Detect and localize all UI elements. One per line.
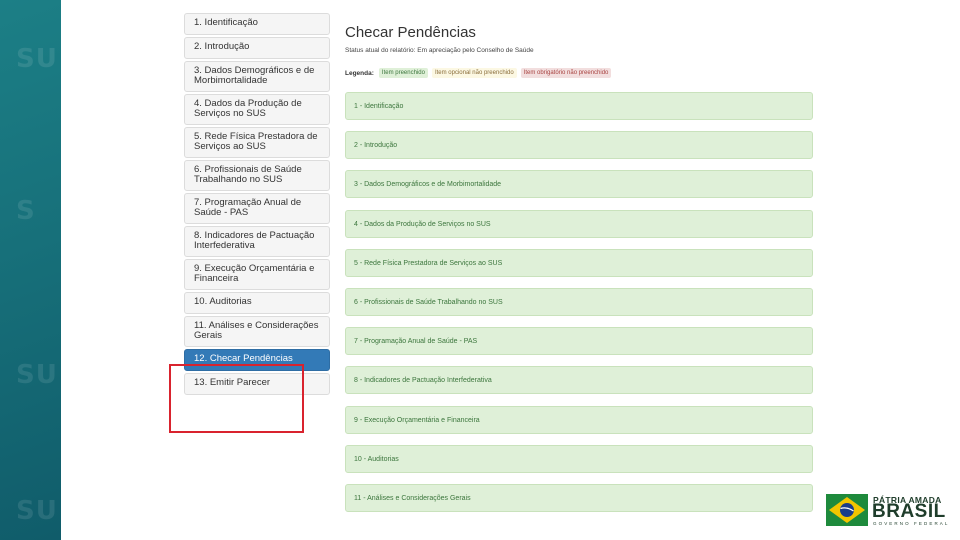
section-panel[interactable]: 2 - Introdução <box>345 131 813 160</box>
legend-item-completed: Item preenchido <box>378 68 428 78</box>
section-panel[interactable]: 3 - Dados Demográficos e de Morbimortali… <box>345 170 813 199</box>
sus-watermark: SU <box>16 360 58 390</box>
sidebar-item[interactable]: 5. Rede Física Prestadora de Serviços ao… <box>184 127 330 158</box>
sidebar-item[interactable]: 4. Dados da Produção de Serviços no SUS <box>184 94 330 125</box>
legend: Legenda: Item preenchido Item opcional n… <box>345 68 813 78</box>
logo-line-3: GOVERNO FEDERAL <box>873 521 950 526</box>
sidebar-menu: 1. Identificação 2. Introdução 3. Dados De… <box>184 13 330 397</box>
logo-line-2: BRASIL <box>872 501 946 522</box>
sidebar-item[interactable]: 8. Indicadores de Pactuação Interfederat… <box>184 226 330 257</box>
legend-item-optional: Item opcional não preenchido <box>431 68 517 78</box>
page-title: Checar Pendências <box>345 24 476 41</box>
sidebar-item[interactable]: 1. Identificação <box>184 13 330 35</box>
main-content: Checar Pendências Status atual do relató… <box>345 24 813 523</box>
sus-watermark: SU <box>16 44 58 74</box>
section-panel[interactable]: 6 - Profissionais de Saúde Trabalhando n… <box>345 287 813 316</box>
sus-watermark: S <box>16 196 36 226</box>
highlight-box <box>169 364 304 433</box>
brazil-flag-icon <box>826 494 868 526</box>
decorative-side-strip: SU S SU SU <box>0 0 61 540</box>
patria-amada-brasil-logo: PÁTRIA AMADA BRASIL GOVERNO FEDERAL <box>826 494 947 526</box>
section-panel[interactable]: 1 - Identificação <box>345 92 813 120</box>
section-panel[interactable]: 4 - Dados da Produção de Serviços no SUS <box>345 209 813 238</box>
sidebar-item[interactable]: 11. Análises e Considerações Gerais <box>184 316 330 347</box>
sidebar-item[interactable]: 3. Dados Demográficos e de Morbimortalid… <box>184 61 330 92</box>
section-panel[interactable]: 5 - Rede Física Prestadora de Serviços a… <box>345 248 813 277</box>
pending-panels: 1 - Identificação 2 - Introdução 3 - Dados… <box>345 92 813 512</box>
legend-item-required: Item obrigatório não preenchido <box>520 68 612 78</box>
section-panel[interactable]: 8 - Indicadores de Pactuação Interfedera… <box>345 366 813 395</box>
sidebar-item[interactable]: 9. Execução Orçamentária e Financeira <box>184 259 330 290</box>
sus-watermark: SU <box>16 496 58 526</box>
sidebar-item[interactable]: 10. Auditorias <box>184 292 330 314</box>
sidebar-item[interactable]: 2. Introdução <box>184 37 330 59</box>
sidebar-item[interactable]: 6. Profissionais de Saúde Trabalhando no… <box>184 160 330 191</box>
sidebar-item[interactable]: 7. Programação Anual de Saúde - PAS <box>184 193 330 224</box>
report-status: Status atual do relatório: Em apreciação… <box>345 47 534 54</box>
legend-label: Legenda: <box>345 69 374 77</box>
section-panel[interactable]: 11 - Análises e Considerações Gerais <box>345 483 813 512</box>
section-panel[interactable]: 10 - Auditorias <box>345 444 813 473</box>
section-panel[interactable]: 7 - Programação Anual de Saúde - PAS <box>345 327 813 356</box>
section-panel[interactable]: 9 - Execução Orçamentária e Financeira <box>345 405 813 434</box>
